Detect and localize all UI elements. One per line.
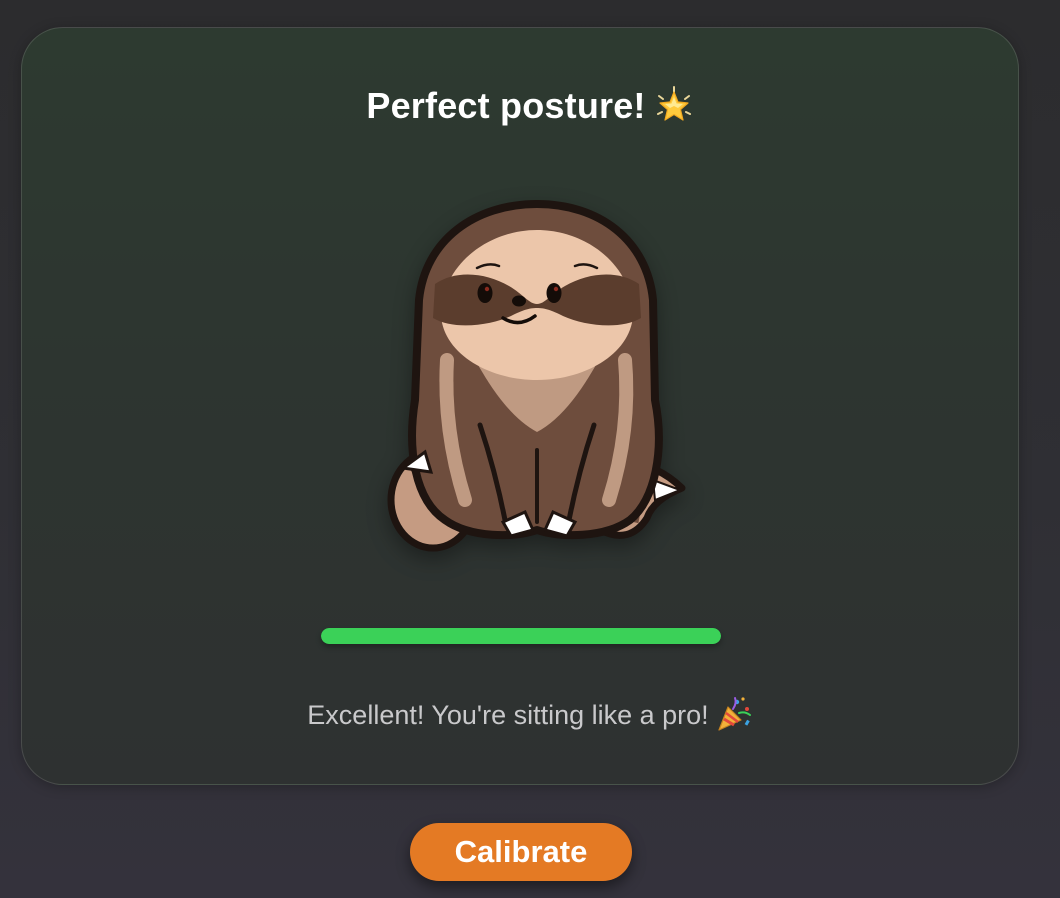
posture-headline: Perfect posture!: [0, 85, 1060, 127]
sloth-mascot-icon: [387, 200, 686, 552]
party-popper-icon: [718, 697, 751, 731]
posture-score-bar: [321, 628, 721, 644]
headline-text: Perfect posture!: [366, 85, 646, 126]
glowing-star-icon: [656, 86, 691, 121]
posture-message: Excellent! You're sitting like a pro!: [0, 695, 1060, 733]
message-text: Excellent! You're sitting like a pro!: [307, 700, 709, 730]
calibrate-button[interactable]: Calibrate: [410, 823, 632, 881]
posture-score-fill: [321, 628, 721, 644]
